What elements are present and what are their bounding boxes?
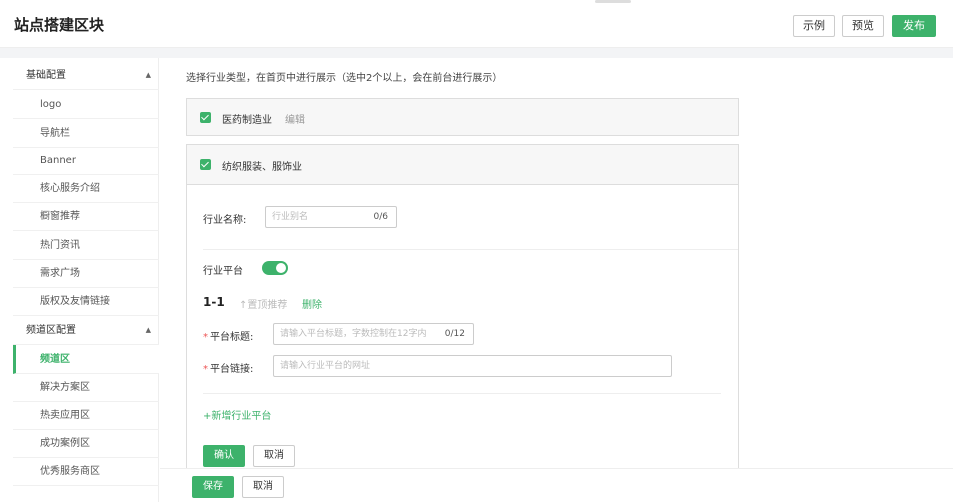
divider	[203, 249, 738, 250]
industry-name-label: 行业名称:	[203, 215, 247, 226]
sidebar-group-channel[interactable]: 频道区配置 ▲	[13, 316, 159, 345]
sidebar-item-logo[interactable]: logo	[13, 90, 159, 119]
char-counter: 0/6	[373, 212, 388, 222]
sidebar-item-label: 解决方案区	[40, 382, 90, 393]
top-bar: 站点搭建区块 示例 预览 发布	[0, 0, 953, 48]
publish-button[interactable]: 发布	[892, 15, 936, 37]
industry-label: 纺织服装、服饰业	[222, 162, 302, 173]
sidebar-item-banner[interactable]: Banner	[13, 146, 159, 175]
sidebar-item-label: 频道区	[40, 354, 70, 365]
platform-link-label: * 平台链接:	[203, 360, 253, 375]
footer-bar: 保存 取消	[160, 468, 953, 502]
divider	[203, 393, 721, 394]
sidebar-item-label: 橱窗推荐	[40, 211, 80, 222]
example-button[interactable]: 示例	[793, 15, 835, 37]
sidebar-item-label: logo	[40, 99, 62, 110]
industry-hint: 选择行业类型，在首页中进行展示（选中2个以上，会在前台进行展示）	[186, 73, 503, 84]
sidebar-item-hot-apps[interactable]: 热卖应用区	[13, 401, 159, 430]
sidebar: 基础配置 ▲ logo 导航栏 Banner 核心服务介绍 橱窗推荐 热门资讯 …	[13, 58, 159, 502]
pin-top-link[interactable]: ↑置顶推荐	[239, 296, 287, 311]
preview-button[interactable]: 预览	[842, 15, 884, 37]
sidebar-item-success-cases[interactable]: 成功案例区	[13, 429, 159, 458]
sidebar-item-label: 热门资讯	[40, 240, 80, 251]
industry-panel-textile: 纺织服装、服饰业 行业名称: 行业别名 0/6 行业平台 1-1 ↑置顶推荐 删…	[186, 144, 739, 502]
caret-up-icon: ▲	[145, 326, 151, 334]
sidebar-item-label: 成功案例区	[40, 438, 90, 449]
sidebar-item-channel-area[interactable]: 频道区	[13, 345, 159, 374]
platform-label: 行业平台	[203, 266, 243, 277]
sidebar-item-label: 需求广场	[40, 268, 80, 279]
sidebar-group-basic[interactable]: 基础配置 ▲	[13, 61, 159, 90]
input-placeholder: 行业别名	[272, 212, 309, 222]
sidebar-item-hot-news[interactable]: 热门资讯	[13, 231, 159, 260]
industry-card-pharma: 医药制造业 编辑	[186, 98, 739, 136]
industry-checkbox[interactable]	[200, 112, 211, 123]
platform-link-label-text: 平台链接:	[210, 364, 254, 375]
sidebar-item-solutions[interactable]: 解决方案区	[13, 373, 159, 402]
industry-checkbox[interactable]	[200, 159, 211, 170]
sidebar-item-demand-square[interactable]: 需求广场	[13, 259, 159, 288]
sidebar-item-label: 版权及友情链接	[40, 296, 110, 307]
sidebar-item-navbar[interactable]: 导航栏	[13, 119, 159, 148]
input-placeholder: 请输入平台标题，字数控制在12字内	[280, 329, 427, 339]
sidebar-group-label: 频道区配置	[26, 325, 76, 336]
header-gap	[0, 48, 953, 58]
save-button[interactable]: 保存	[192, 476, 234, 498]
input-placeholder: 请输入行业平台的网址	[280, 361, 371, 371]
platform-title-label-text: 平台标题:	[210, 332, 254, 343]
industry-name-input[interactable]: 行业别名 0/6	[265, 206, 397, 228]
required-mark: *	[203, 364, 208, 375]
delete-link[interactable]: 删除	[302, 296, 322, 311]
sidebar-item-core-services[interactable]: 核心服务介绍	[13, 174, 159, 203]
sidebar-item-label: Banner	[40, 155, 76, 166]
sidebar-group-label: 基础配置	[26, 70, 66, 81]
cancel-button[interactable]: 取消	[253, 445, 295, 467]
industry-label: 医药制造业	[222, 115, 272, 126]
confirm-button[interactable]: 确认	[203, 445, 245, 467]
sidebar-item-label: 导航栏	[40, 128, 70, 139]
sidebar-item-copyright[interactable]: 版权及友情链接	[13, 287, 159, 316]
sidebar-item-showcase[interactable]: 橱窗推荐	[13, 202, 159, 231]
industry-panel-header: 纺织服装、服饰业	[187, 145, 738, 185]
sidebar-item-label: 热卖应用区	[40, 410, 90, 421]
entry-index: 1-1	[203, 295, 225, 309]
footer-cancel-button[interactable]: 取消	[242, 476, 284, 498]
sidebar-item-providers[interactable]: 优秀服务商区	[13, 457, 159, 486]
scroll-indicator	[595, 0, 631, 3]
platform-toggle[interactable]	[262, 261, 288, 275]
page-title: 站点搭建区块	[14, 16, 105, 34]
add-platform-link[interactable]: +新增行业平台	[203, 407, 271, 422]
required-mark: *	[203, 332, 208, 343]
platform-link-input[interactable]: 请输入行业平台的网址	[273, 355, 672, 377]
platform-title-label: * 平台标题:	[203, 328, 253, 343]
sidebar-item-label: 核心服务介绍	[40, 183, 100, 194]
char-counter: 0/12	[444, 329, 465, 339]
platform-title-input[interactable]: 请输入平台标题，字数控制在12字内 0/12	[273, 323, 474, 345]
caret-up-icon: ▲	[145, 71, 151, 79]
edit-link[interactable]: 编辑	[285, 111, 305, 126]
main-content: 选择行业类型，在首页中进行展示（选中2个以上，会在前台进行展示） 医药制造业 编…	[160, 58, 953, 502]
sidebar-item-label: 优秀服务商区	[40, 466, 100, 477]
